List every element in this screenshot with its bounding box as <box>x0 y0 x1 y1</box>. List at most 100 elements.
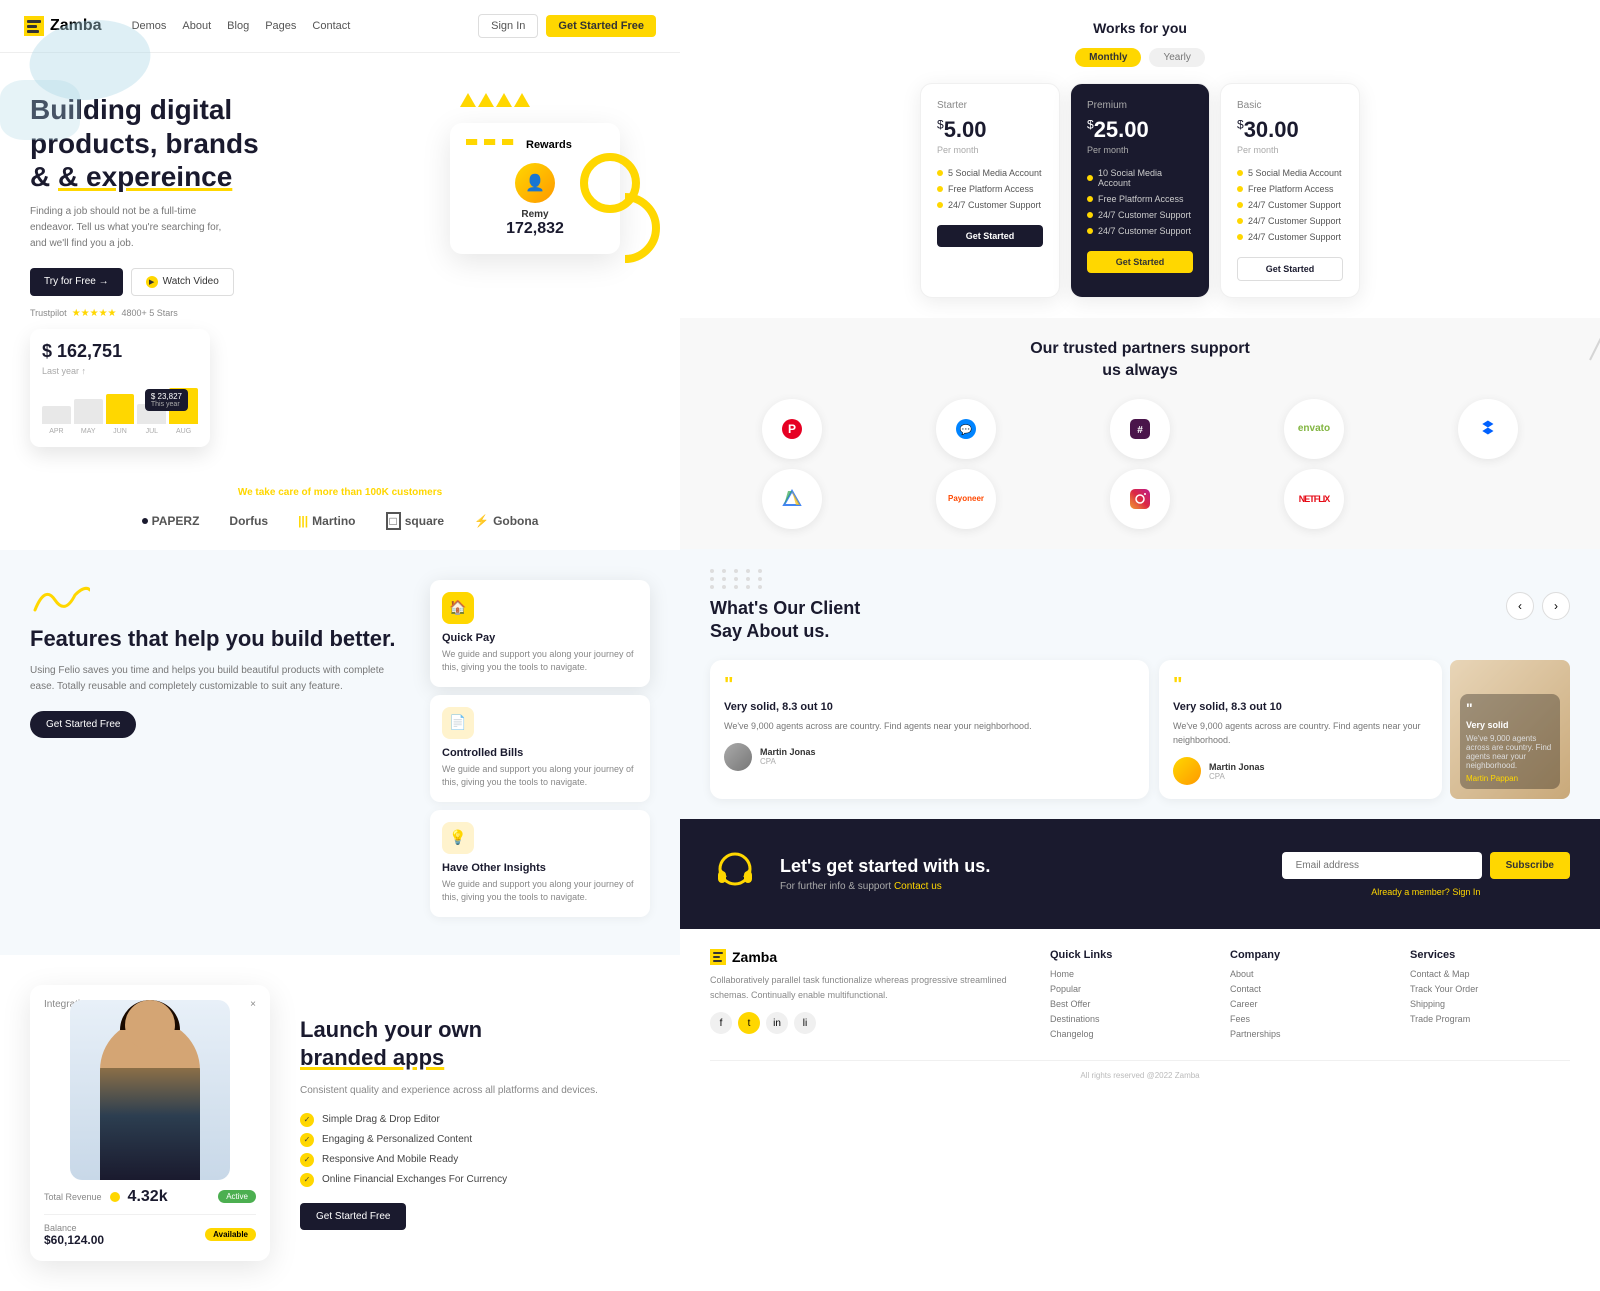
app-feature-4: ✓ Online Financial Exchanges For Currenc… <box>300 1173 650 1187</box>
basic-f1: 5 Social Media Account <box>1237 165 1343 181</box>
getstarted-button[interactable]: Get Started Free <box>546 15 656 37</box>
footer-link-contact[interactable]: Contact <box>1230 984 1390 994</box>
footer-link-about[interactable]: About <box>1230 969 1390 979</box>
rewards-header: Rewards <box>466 139 604 151</box>
partner-gdrive <box>762 469 822 529</box>
nav-contact[interactable]: Contact <box>312 20 350 32</box>
testimonials-section: What's Our Client Say About us. ‹ › " Ve… <box>680 549 1600 820</box>
signin-button[interactable]: Sign In <box>478 14 538 38</box>
svg-text:#: # <box>1137 425 1143 436</box>
starter-f3: 24/7 Customer Support <box>937 197 1043 213</box>
starter-btn[interactable]: Get Started <box>937 225 1043 247</box>
starter-f1: 5 Social Media Account <box>937 165 1043 181</box>
slack-icon: # <box>1128 417 1152 441</box>
footer-link-partnerships[interactable]: Partnerships <box>1230 1029 1390 1039</box>
rating-1: Very solid, 8.3 out 10 <box>724 701 1135 713</box>
social-facebook[interactable]: f <box>710 1012 732 1034</box>
reward-flag-3 <box>502 139 518 151</box>
quickpay-desc: We guide and support you along your jour… <box>442 648 638 675</box>
already-member-link[interactable]: Already a member? Sign In <box>1282 887 1570 897</box>
premium-price: $25.00 <box>1087 117 1193 143</box>
premium-btn[interactable]: Get Started <box>1087 251 1193 273</box>
bills-name: Controlled Bills <box>442 747 638 759</box>
price-tag: $ 23,827 This year <box>145 389 188 411</box>
author-location-2: CPA <box>1209 772 1265 781</box>
premium-features: 10 Social Media Account Free Platform Ac… <box>1087 165 1193 239</box>
nav-blog[interactable]: Blog <box>227 20 249 32</box>
customers-text: We take care of more than 100K customers <box>30 487 650 498</box>
author-avatar-2 <box>1173 757 1201 785</box>
footer-link-track-order[interactable]: Track Your Order <box>1410 984 1570 994</box>
basic-f3: 24/7 Customer Support <box>1237 197 1343 213</box>
partner-dropbox <box>1458 399 1518 459</box>
email-input[interactable] <box>1282 852 1482 879</box>
author-name-1: Martin Jonas <box>760 747 816 757</box>
footer-link-shipping[interactable]: Shipping <box>1410 999 1570 1009</box>
social-twitter[interactable]: t <box>738 1012 760 1034</box>
apps-title: Launch your own branded apps <box>300 1016 650 1073</box>
bills-desc: We guide and support you along your jour… <box>442 763 638 790</box>
footer-link-fees[interactable]: Fees <box>1230 1014 1390 1024</box>
feature-card-quickpay: 🏠 Quick Pay We guide and support you alo… <box>430 580 650 687</box>
check-icon-3: ✓ <box>300 1153 314 1167</box>
try-button[interactable]: Try for Free → <box>30 268 123 296</box>
premium-f2: Free Platform Access <box>1087 191 1193 207</box>
toggle-monthly[interactable]: Monthly <box>1075 48 1141 67</box>
partner-netflix: NETFLIX <box>1284 469 1344 529</box>
quickpay-name: Quick Pay <box>442 632 638 644</box>
social-icons: f t in li <box>710 1012 1030 1034</box>
revenue-dot <box>110 1192 120 1202</box>
cta-title: Let's get started with us. <box>780 856 1262 877</box>
brand-paperz: PAPERZ <box>142 514 200 528</box>
footer-link-changelog[interactable]: Changelog <box>1050 1029 1210 1039</box>
label-jul: JUL <box>137 428 166 435</box>
nav-about[interactable]: About <box>182 20 211 32</box>
footer-grid: Zamba Collaboratively parallel task func… <box>710 949 1570 1044</box>
app-feature-3: ✓ Responsive And Mobile Ready <box>300 1153 650 1167</box>
carousel-next-button[interactable]: › <box>1542 592 1570 620</box>
decorative-arrows <box>460 93 530 107</box>
apps-description: Consistent quality and experience across… <box>300 1083 650 1099</box>
features-getstarted-button[interactable]: Get Started Free <box>30 711 136 738</box>
brand-logos: PAPERZ Dorfus ||| Martino □ square ⚡ Gob… <box>30 512 650 530</box>
carousel-prev-button[interactable]: ‹ <box>1506 592 1534 620</box>
app-card: Integrations × Total Revenue <box>30 985 270 1261</box>
cta-contact-link[interactable]: Contact us <box>894 881 942 892</box>
status-badge: Active <box>218 1190 256 1203</box>
testimonials-title: What's Our Client Say About us. <box>710 597 860 644</box>
social-instagram[interactable]: in <box>766 1012 788 1034</box>
premium-f1: 10 Social Media Account <box>1087 165 1193 191</box>
watch-button[interactable]: ▶ Watch Video <box>131 268 234 296</box>
social-linkedin[interactable]: li <box>794 1012 816 1034</box>
reward-flag-2 <box>484 139 500 151</box>
nav-actions: Sign In Get Started Free <box>478 14 656 38</box>
hero-content: Building digital products, brands & & ex… <box>30 93 410 319</box>
nav-pages[interactable]: Pages <box>265 20 296 32</box>
features-section: Features that help you build better. Usi… <box>0 550 680 955</box>
footer-link-career[interactable]: Career <box>1230 999 1390 1009</box>
bar-jun <box>106 394 135 424</box>
apps-getstarted-button[interactable]: Get Started Free <box>300 1203 406 1230</box>
starter-price: $5.00 <box>937 117 1043 143</box>
rewards-label: Rewards <box>526 139 572 151</box>
subscribe-button[interactable]: Subscribe <box>1490 852 1570 879</box>
navbar: Zamba Demos About Blog Pages Contact Sig… <box>0 0 680 53</box>
features-left: Features that help you build better. Usi… <box>30 580 410 925</box>
person-image <box>70 1000 230 1180</box>
footer-link-trade[interactable]: Trade Program <box>1410 1014 1570 1024</box>
feature-card-insights: 💡 Have Other Insights We guide and suppo… <box>430 810 650 917</box>
trustpilot-stars: ★★★★★ <box>72 308 117 319</box>
footer-link-contact-map[interactable]: Contact & Map <box>1410 969 1570 979</box>
footer-link-destinations[interactable]: Destinations <box>1050 1014 1210 1024</box>
basic-btn[interactable]: Get Started <box>1237 257 1343 281</box>
check-icon-2: ✓ <box>300 1133 314 1147</box>
toggle-yearly[interactable]: Yearly <box>1149 48 1204 67</box>
logo[interactable]: Zamba <box>24 16 102 36</box>
footer-link-popular[interactable]: Popular <box>1050 984 1210 994</box>
nav-demos[interactable]: Demos <box>132 20 167 32</box>
bar-apr <box>42 406 71 424</box>
footer-link-home[interactable]: Home <box>1050 969 1210 979</box>
footer-link-bestoffer[interactable]: Best Offer <box>1050 999 1210 1009</box>
label-jun: JUN <box>106 428 135 435</box>
dropbox-icon <box>1476 417 1500 441</box>
